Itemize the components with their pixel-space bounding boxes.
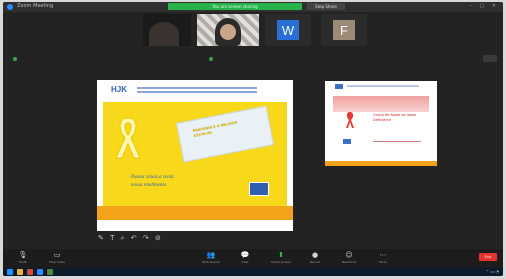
start-icon[interactable] xyxy=(7,269,13,275)
awareness-ribbon-icon xyxy=(115,117,141,159)
os-taskbar: ⌃ ▭ ◔ xyxy=(3,268,503,276)
shared-slide: HJK PREVENIR É A MELHOR ESCOLHA Passar s… xyxy=(97,80,293,231)
window-controls[interactable]: – ▢ ✕ xyxy=(469,3,499,9)
view-options-bar xyxy=(3,54,503,64)
share-screen-button[interactable]: ⬆ Share Screen xyxy=(269,251,293,264)
participant-face xyxy=(220,24,236,40)
connection-status-icon xyxy=(209,57,213,61)
participant-tile-f[interactable]: F xyxy=(321,14,367,46)
microphone-icon: 🎙 xyxy=(18,251,28,259)
app-icon[interactable] xyxy=(47,269,53,275)
screen-share-banner: You are screen sharing xyxy=(168,3,302,10)
window-title: Zoom Meeting xyxy=(17,3,54,9)
clear-icon[interactable]: ⊘ xyxy=(155,234,163,242)
end-meeting-button[interactable]: End xyxy=(479,253,497,261)
pen-icon[interactable]: ✎ xyxy=(98,234,106,242)
title-bar: Zoom Meeting You are screen sharing Stop… xyxy=(3,2,503,12)
participants-button[interactable]: 👥 Participants xyxy=(199,251,223,264)
camera-icon: ▭ xyxy=(53,251,61,259)
redo-icon[interactable]: ↷ xyxy=(143,234,151,242)
participant-avatar: F xyxy=(333,20,355,40)
slide-footer-bar xyxy=(97,206,293,220)
view-button[interactable] xyxy=(483,55,497,62)
participant-avatar: W xyxy=(277,20,299,40)
more-button[interactable]: ⋯ More xyxy=(371,251,395,264)
mute-button[interactable]: 🎙 Mute xyxy=(11,251,35,264)
video-button[interactable]: ▭ Stop Video xyxy=(45,251,69,264)
more-icon: ⋯ xyxy=(379,251,387,259)
secondary-slide-banner xyxy=(333,96,429,112)
stop-share-button[interactable]: Stop Share xyxy=(307,3,345,10)
participant-video-2[interactable] xyxy=(197,14,259,46)
record-icon: ● xyxy=(311,251,319,259)
annotation-toolbar: ✎ T ⌕ ↶ ↷ ⊘ xyxy=(98,234,163,243)
slide-message: Passar sinais a visita nossa rendimento xyxy=(131,175,174,188)
zoom-logo-icon xyxy=(7,4,13,10)
system-tray: ⌃ ▭ ◔ xyxy=(485,269,499,274)
participant-figure xyxy=(149,22,179,46)
zoom-window: Zoom Meeting You are screen sharing Stop… xyxy=(3,2,503,276)
chat-icon: 💬 xyxy=(240,251,250,259)
slide-yellow-panel: PREVENIR É A MELHOR ESCOLHA Passar sinai… xyxy=(103,102,287,206)
connection-status-icon xyxy=(13,57,17,61)
undo-icon[interactable]: ↶ xyxy=(131,234,139,242)
secondary-slide: Grupo de Apoio ao Idoso Deficiente xyxy=(325,81,437,166)
text-tool-icon[interactable]: T xyxy=(110,234,116,242)
participant-tile-w[interactable]: W xyxy=(265,14,311,46)
participants-icon: 👥 xyxy=(206,251,216,259)
red-ribbon-icon xyxy=(346,112,354,128)
chat-button[interactable]: 💬 Chat xyxy=(233,251,257,264)
slide-header: HJK xyxy=(97,80,293,102)
slide-card: PREVENIR É A MELHOR ESCOLHA xyxy=(176,105,274,163)
slide-logo: HJK xyxy=(111,85,128,94)
zoom-icon[interactable]: ⌕ xyxy=(121,234,127,242)
reactions-icon: ☺ xyxy=(345,251,353,259)
meeting-toolbar: 🎙 Mute ▭ Stop Video 👥 Participants 💬 Cha… xyxy=(3,249,503,268)
file-explorer-icon[interactable] xyxy=(17,269,23,275)
participant-video-1[interactable] xyxy=(143,14,191,46)
slide-badge-logo xyxy=(249,182,269,196)
record-button[interactable]: ● Record xyxy=(303,251,327,264)
zoom-app-icon[interactable] xyxy=(37,269,43,275)
slide-card-text: PREVENIR É A MELHOR ESCOLHA xyxy=(192,120,238,138)
secondary-slide-text: Grupo de Apoio ao Idoso Deficiente xyxy=(373,113,417,122)
share-screen-icon: ⬆ xyxy=(278,251,284,259)
browser-icon[interactable] xyxy=(27,269,33,275)
reactions-button[interactable]: ☺ Reactions xyxy=(337,251,361,264)
